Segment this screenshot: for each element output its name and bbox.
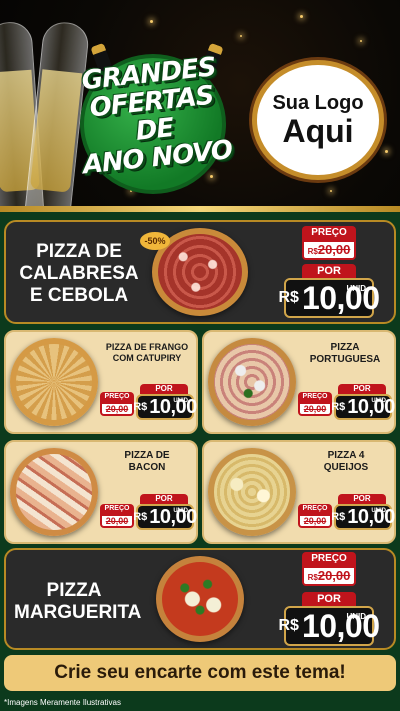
product-name-line: COM CATUPIRY bbox=[112, 353, 182, 363]
old-price: 20,00 bbox=[100, 402, 134, 416]
old-price: 20,00 bbox=[100, 514, 134, 528]
currency: R$ bbox=[278, 289, 299, 306]
sparkle-icon bbox=[300, 15, 303, 18]
product-name: PIZZA DE BACON bbox=[100, 450, 194, 474]
por-label: POR bbox=[140, 494, 188, 504]
unit-label: UNID bbox=[346, 612, 366, 621]
cta-banner[interactable]: Crie seu encarte com este tema! bbox=[4, 655, 396, 691]
new-price: R$ 10,00 UNID bbox=[278, 278, 380, 318]
currency: R$ bbox=[331, 511, 346, 523]
old-price-value: 20,00 bbox=[105, 516, 129, 526]
portuguesa-pizza-image bbox=[208, 338, 296, 426]
price-label: PREÇO bbox=[302, 226, 356, 240]
por-label: POR bbox=[302, 592, 356, 606]
por-label: POR bbox=[338, 384, 386, 394]
old-price-value: 20,00 bbox=[303, 404, 327, 414]
product-name-line: MARGUERITA bbox=[14, 602, 142, 623]
sparkle-icon bbox=[240, 35, 242, 37]
logo-line-1: Sua Logo bbox=[272, 92, 364, 114]
old-price: R$20,00 bbox=[302, 240, 356, 260]
product-name: PIZZA DE FRANGO COM CATUPIRY bbox=[100, 342, 194, 364]
unit-label: UNID bbox=[346, 284, 366, 293]
old-price: 20,00 bbox=[298, 402, 332, 416]
discount-badge: -50% bbox=[140, 232, 170, 250]
frango-pizza-image bbox=[10, 338, 98, 426]
sparkle-icon bbox=[330, 190, 332, 192]
divider bbox=[0, 206, 400, 212]
product-name-line: PIZZA DE bbox=[36, 241, 122, 262]
new-price: R$ 10,00 UNID bbox=[331, 504, 395, 530]
unit-label: UNID bbox=[371, 398, 386, 404]
currency: R$ bbox=[133, 401, 148, 413]
product-name-line: PIZZA bbox=[330, 342, 360, 353]
new-price-value: 10,00 bbox=[301, 607, 380, 644]
currency: R$ bbox=[307, 247, 318, 256]
product-name-line: BACON bbox=[128, 462, 166, 473]
currency: R$ bbox=[331, 401, 346, 413]
product-name: PIZZA MARGUERITA bbox=[14, 580, 142, 624]
por-label: POR bbox=[302, 264, 356, 278]
product-name-line: CALABRESA bbox=[19, 263, 139, 284]
currency: R$ bbox=[133, 511, 148, 523]
product-name-line: PIZZA bbox=[46, 580, 102, 601]
product-name-line: E CEBOLA bbox=[29, 285, 129, 306]
old-price-value: 20,00 bbox=[105, 404, 129, 414]
unit-label: UNID bbox=[173, 398, 188, 404]
price-label: PREÇO bbox=[298, 504, 332, 514]
price-label: PREÇO bbox=[100, 504, 134, 514]
sparkle-icon bbox=[360, 40, 362, 42]
product-name: PIZZA 4 QUEIJOS bbox=[298, 450, 394, 474]
unit-label: UNID bbox=[371, 508, 386, 514]
old-price-value: 20,00 bbox=[303, 516, 327, 526]
sparkle-icon bbox=[150, 20, 153, 23]
price-label: PREÇO bbox=[302, 552, 356, 566]
product-name: PIZZA DE CALABRESA E CEBOLA bbox=[14, 241, 144, 307]
currency: R$ bbox=[307, 573, 318, 582]
bacon-pizza-image bbox=[10, 448, 98, 536]
new-price: R$ 10,00 UNID bbox=[133, 504, 197, 530]
offers-badge: GRANDES OFERTAS DE ANO NOVO bbox=[70, 40, 236, 194]
logo-line-2: Aqui bbox=[282, 113, 354, 149]
new-price-value: 10,00 bbox=[301, 279, 380, 316]
product-name-line: PIZZA 4 bbox=[327, 450, 365, 461]
por-label: POR bbox=[338, 494, 386, 504]
product-name-line: PIZZA DE bbox=[124, 450, 170, 461]
new-price: R$ 10,00 UNID bbox=[278, 606, 380, 646]
disclaimer: *Imagens Meramente Ilustrativas bbox=[4, 698, 121, 707]
logo-placeholder: Sua Logo Aqui bbox=[252, 60, 384, 180]
currency: R$ bbox=[278, 617, 299, 634]
header-banner: GRANDES OFERTAS DE ANO NOVO Sua Logo Aqu… bbox=[0, 0, 400, 212]
new-price: R$ 10,00 UNID bbox=[133, 394, 197, 420]
marguerita-pizza-image bbox=[156, 556, 244, 642]
price-label: PREÇO bbox=[298, 392, 332, 402]
old-price: 20,00 bbox=[298, 514, 332, 528]
product-name: PIZZA PORTUGUESA bbox=[296, 342, 394, 366]
queijos-pizza-image bbox=[208, 448, 296, 536]
sparkle-icon bbox=[385, 150, 388, 153]
old-price: R$20,00 bbox=[302, 566, 356, 586]
product-name-line: PIZZA DE FRANGO bbox=[105, 342, 189, 352]
old-price-value: 20,00 bbox=[317, 242, 351, 257]
old-price-value: 20,00 bbox=[317, 568, 351, 583]
por-label: POR bbox=[140, 384, 188, 394]
unit-label: UNID bbox=[173, 508, 188, 514]
price-label: PREÇO bbox=[100, 392, 134, 402]
product-name-line: PORTUGUESA bbox=[309, 354, 381, 365]
new-price: R$ 10,00 UNID bbox=[331, 394, 395, 420]
product-name-line: QUEIJOS bbox=[323, 462, 369, 473]
headline: GRANDES OFERTAS DE ANO NOVO bbox=[65, 52, 242, 180]
